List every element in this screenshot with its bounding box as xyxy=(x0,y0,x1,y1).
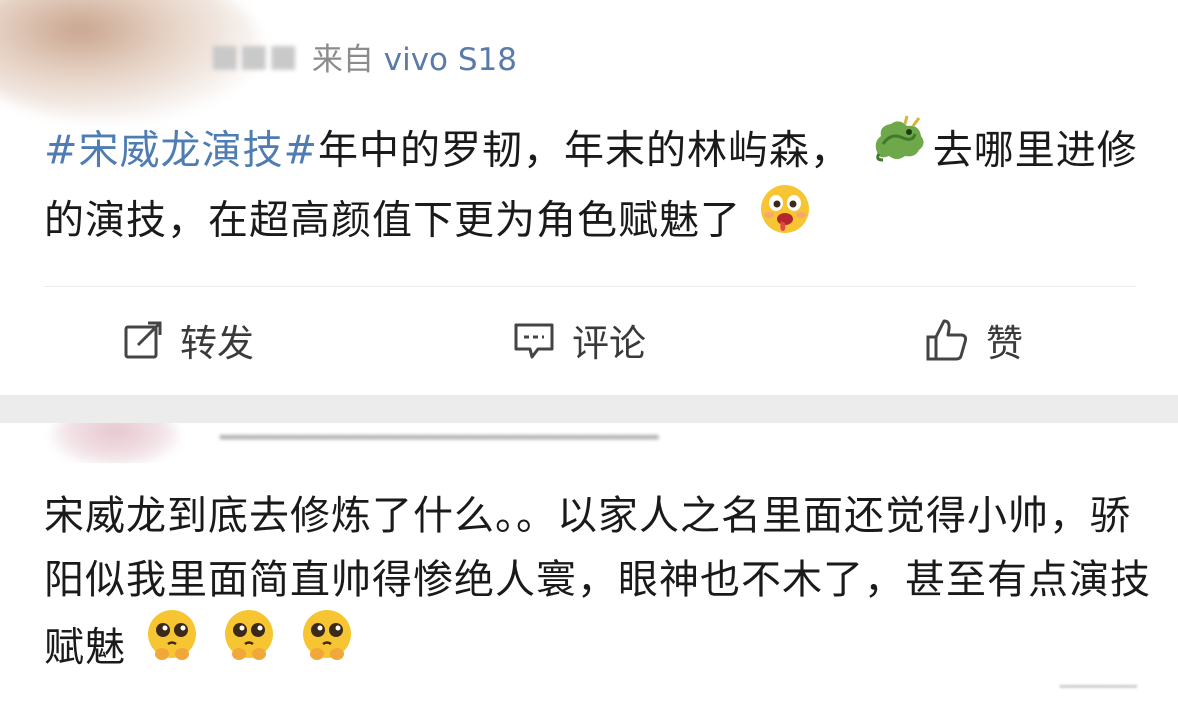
username-blurred[interactable]: ■■■ xyxy=(210,38,298,74)
post-text: #宋威龙演技#年中的罗韧，年末的林屿森， 去哪里进修的演技，在超高颜值下更为角色… xyxy=(44,115,1144,258)
hashtag-link[interactable]: #宋威龙演技# xyxy=(44,128,318,174)
post-text-line2a: 去哪 xyxy=(932,127,1015,174)
comment-header: ▁▁▁▁▁▁▁▁▁▁▁▁▁▁▁▁▁▁▁ xyxy=(0,423,1178,463)
post-source: 来自 vivo S18 xyxy=(312,34,517,79)
watermark: ▁▁▁▁▁ xyxy=(1060,664,1137,688)
drooling-face-emoji xyxy=(759,183,811,254)
post-meta: ■■■ 来自 vivo S18 xyxy=(210,34,517,79)
pleading-face-emoji xyxy=(144,608,200,683)
comment-label: 评论 xyxy=(572,322,646,365)
comment-icon xyxy=(512,319,556,361)
pleading-face-emoji xyxy=(299,608,355,683)
source-prefix: 来自 xyxy=(311,41,374,78)
like-button[interactable]: 赞 xyxy=(924,300,1023,380)
comment-body: 宋威龙到底去修炼了什么。。以家人之名里面还觉得小帅，骄阳似我里面简直帅得惨绝人寰… xyxy=(44,493,1151,671)
repost-button[interactable]: 转发 xyxy=(122,300,254,380)
source-device: vivo S18 xyxy=(383,41,517,78)
comment-avatar[interactable] xyxy=(50,423,180,463)
thumbs-up-icon xyxy=(924,317,970,363)
repost-icon xyxy=(122,319,164,361)
post-divider xyxy=(44,286,1136,287)
repost-label: 转发 xyxy=(180,322,254,365)
comment-text: 宋威龙到底去修炼了什么。。以家人之名里面还觉得小帅，骄阳似我里面简直帅得惨绝人寰… xyxy=(44,484,1154,687)
comment-meta-blurred: ▁▁▁▁▁▁▁▁▁▁▁▁▁▁▁▁▁▁▁ xyxy=(220,423,658,440)
weibo-post: ■■■ 来自 vivo S18 #宋威龙演技#年中的罗韧，年末的林屿森， 去哪里… xyxy=(0,0,1178,395)
comment-button[interactable]: 评论 xyxy=(512,300,646,380)
section-separator xyxy=(0,395,1178,423)
pleading-face-emoji xyxy=(221,608,277,683)
like-label: 赞 xyxy=(986,322,1023,365)
post-text-line1: 年中的罗韧，年末的林屿森， xyxy=(318,127,852,174)
dragon-emoji xyxy=(869,114,929,183)
post-action-bar: 转发 评论 赞 xyxy=(0,300,1178,380)
